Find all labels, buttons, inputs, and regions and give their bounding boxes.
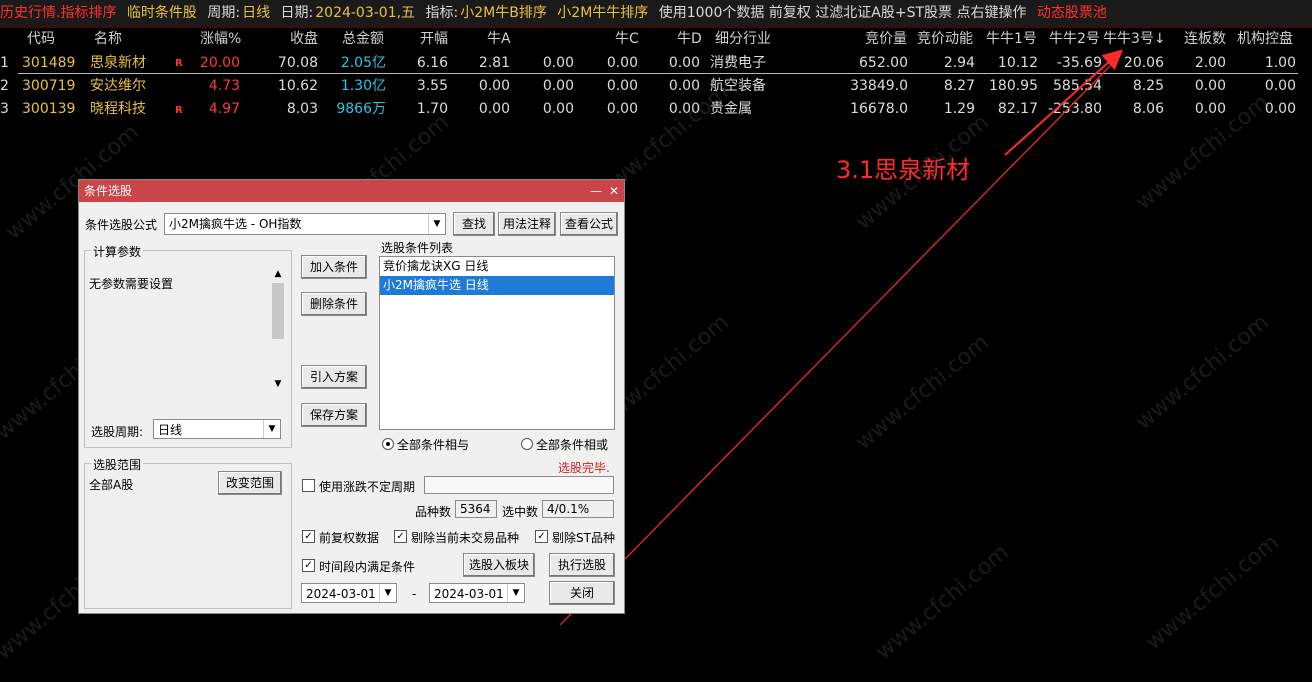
minimize-icon[interactable]: — [588,180,604,202]
save-plan-button[interactable]: 保存方案 [301,403,367,427]
scroll-thumb[interactable] [272,283,284,339]
close-button[interactable]: 关闭 [549,581,615,605]
chevron-down-icon[interactable]: ▼ [379,584,396,602]
arrow-from-dialog [559,55,1121,626]
timespan-checkbox[interactable]: ✓ [302,559,315,572]
params-scrollbar[interactable]: ▲ ▼ [271,269,285,389]
dialog-title: 条件选股 [84,184,133,198]
st-label: 剔除ST品种 [552,531,615,545]
period-label: 选股周期: [91,425,144,439]
condition-select-dialog: 条件选股 — ✕ 条件选股公式 小2M擒疯牛选 - OH指数 ▼ 查找 用法注释… [78,179,625,614]
radio-and-label: 全部条件相与 [397,438,470,452]
radio-or-label: 全部条件相或 [536,438,609,452]
selected-value: 4/0.1% [547,502,590,516]
import-plan-button[interactable]: 引入方案 [301,365,367,389]
status-text: 选股完毕. [558,461,610,475]
chevron-down-icon[interactable]: ▼ [507,584,524,602]
use-period-checkbox[interactable] [302,479,315,492]
close-icon[interactable]: ✕ [606,180,622,202]
chevron-down-icon[interactable]: ▼ [428,214,445,234]
timespan-label: 时间段内满足条件 [319,560,416,574]
radio-and[interactable] [382,438,394,450]
to-block-button[interactable]: 选股入板块 [463,553,535,577]
arrow-to-dialog [1004,49,1123,156]
notrade-label: 剔除当前未交易品种 [411,531,520,545]
date-from-value: 2024-03-01 [306,587,376,601]
date-to-value: 2024-03-01 [434,587,504,601]
params-text: 无参数需要设置 [89,277,174,291]
period-input[interactable] [424,476,614,494]
count-field: 5364 [455,500,497,518]
condition-list-title: 选股条件列表 [381,241,454,255]
formula-label: 条件选股公式 [85,218,158,232]
count-value: 5364 [460,502,491,516]
run-select-button[interactable]: 执行选股 [549,553,615,577]
period-value: 日线 [158,423,183,437]
date-separator: - [412,587,417,601]
view-formula-button[interactable]: 查看公式 [560,212,618,236]
delete-condition-button[interactable]: 删除条件 [301,292,367,316]
radio-or[interactable] [521,438,533,450]
change-range-button[interactable]: 改变范围 [218,471,282,495]
fq-label: 前复权数据 [319,531,380,545]
formula-select[interactable]: 小2M擒疯牛选 - OH指数 ▼ [164,213,446,235]
dialog-titlebar[interactable]: 条件选股 — ✕ [79,180,624,202]
range-value: 全部A股 [89,478,134,492]
list-item[interactable]: 竞价擒龙诀XG 日线 [380,257,614,276]
list-item[interactable]: 小2M擒疯牛选 日线 [380,276,614,295]
range-title: 选股范围 [91,456,144,473]
formula-value: 小2M擒疯牛选 - OH指数 [169,217,302,231]
range-group: 选股范围 全部A股 改变范围 [84,456,292,609]
condition-list: 竞价擒龙诀XG 日线 小2M擒疯牛选 日线 [379,256,615,430]
add-condition-button[interactable]: 加入条件 [301,255,367,279]
usage-button[interactable]: 用法注释 [498,212,556,236]
use-period-label: 使用涨跌不定周期 [319,480,416,494]
find-button[interactable]: 查找 [453,212,495,236]
notrade-checkbox[interactable]: ✓ [394,530,407,543]
chevron-down-icon[interactable]: ▼ [263,420,280,438]
params-group: 计算参数 无参数需要设置 ▲ ▼ 选股周期: 日线 ▼ [84,243,292,448]
st-checkbox[interactable]: ✓ [535,530,548,543]
date-to-select[interactable]: 2024-03-01 ▼ [429,583,525,603]
scroll-down-icon[interactable]: ▼ [271,379,285,389]
fq-checkbox[interactable]: ✓ [302,530,315,543]
count-label: 品种数 [415,505,452,519]
params-title: 计算参数 [91,243,144,260]
selected-field: 4/0.1% [542,500,614,518]
period-select[interactable]: 日线 ▼ [153,419,281,439]
scroll-up-icon[interactable]: ▲ [271,269,285,279]
selected-label: 选中数 [502,505,539,519]
date-from-select[interactable]: 2024-03-01 ▼ [301,583,397,603]
